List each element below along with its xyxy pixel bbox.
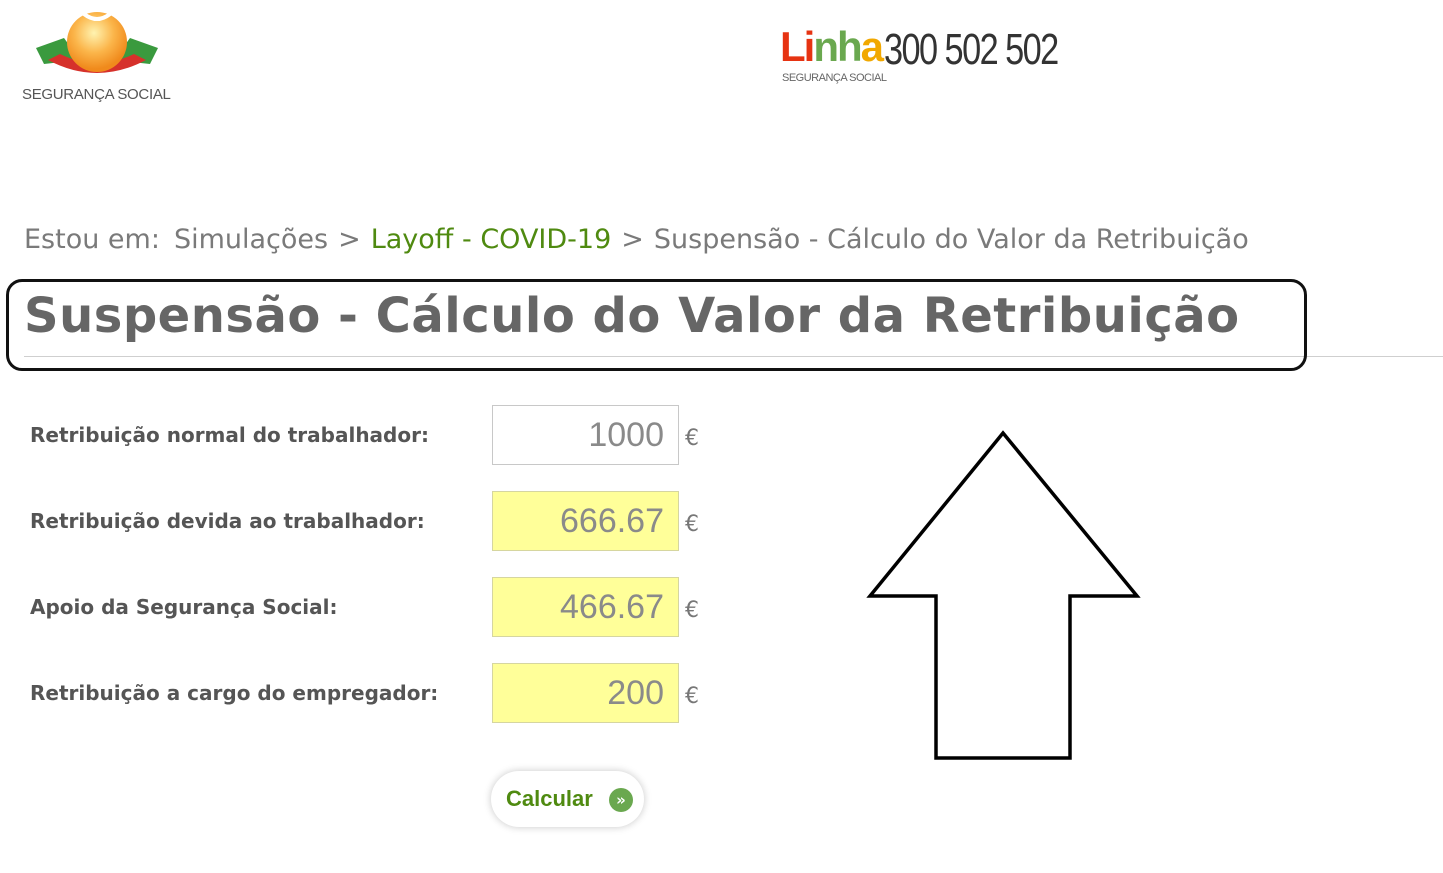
currency-euro-icon: €	[685, 684, 699, 709]
linha-subtitle: SEGURANÇA SOCIAL	[782, 72, 887, 84]
label-normal-pay: Retribuição normal do trabalhador:	[30, 423, 429, 447]
breadcrumb-separator: >	[338, 224, 361, 255]
label-employer-pay: Retribuição a cargo do empregador:	[30, 681, 439, 705]
linha-wordmark: Linha	[780, 23, 884, 70]
up-arrow-annotation-icon	[866, 430, 1141, 760]
linha-part-1: Li	[780, 23, 815, 70]
calculate-button[interactable]: Calcular »	[491, 771, 644, 827]
linha-logo[interactable]: Linha SEGURANÇA SOCIAL 300 502 502	[780, 24, 1070, 94]
label-due-pay: Retribuição devida ao trabalhador:	[30, 509, 425, 533]
phone-number: 300 502 502	[884, 25, 1059, 74]
label-social-support: Apoio da Segurança Social:	[30, 595, 338, 619]
output-employer-pay	[492, 663, 679, 723]
linha-part-3: a	[860, 23, 884, 70]
linha-part-2: nh	[813, 23, 862, 70]
calculate-label: Calcular	[506, 786, 593, 811]
breadcrumb: Estou em: Simulações > Layoff - COVID-19 > Su…	[24, 224, 1249, 255]
currency-euro-icon: €	[685, 426, 699, 451]
breadcrumb-prefix: Estou em:	[24, 224, 160, 255]
sun-emblem-icon	[36, 12, 158, 73]
currency-euro-icon: €	[685, 598, 699, 623]
logo-text: SEGURANÇA SOCIAL	[22, 86, 171, 103]
input-normal-pay[interactable]	[492, 405, 679, 465]
page-title: Suspensão - Cálculo do Valor da Retribui…	[24, 288, 1240, 344]
currency-euro-icon: €	[685, 512, 699, 537]
output-due-pay	[492, 491, 679, 551]
output-social-support	[492, 577, 679, 637]
breadcrumb-item-layoff[interactable]: Layoff - COVID-19	[371, 224, 612, 255]
seguranca-social-logo[interactable]: SEGURANÇA SOCIAL	[18, 8, 188, 108]
breadcrumb-item-current: Suspensão - Cálculo do Valor da Retribui…	[653, 224, 1249, 255]
breadcrumb-separator: >	[621, 224, 644, 255]
breadcrumb-item-simulacoes[interactable]: Simulações	[174, 224, 328, 255]
double-chevron-right-icon: »	[609, 788, 633, 812]
